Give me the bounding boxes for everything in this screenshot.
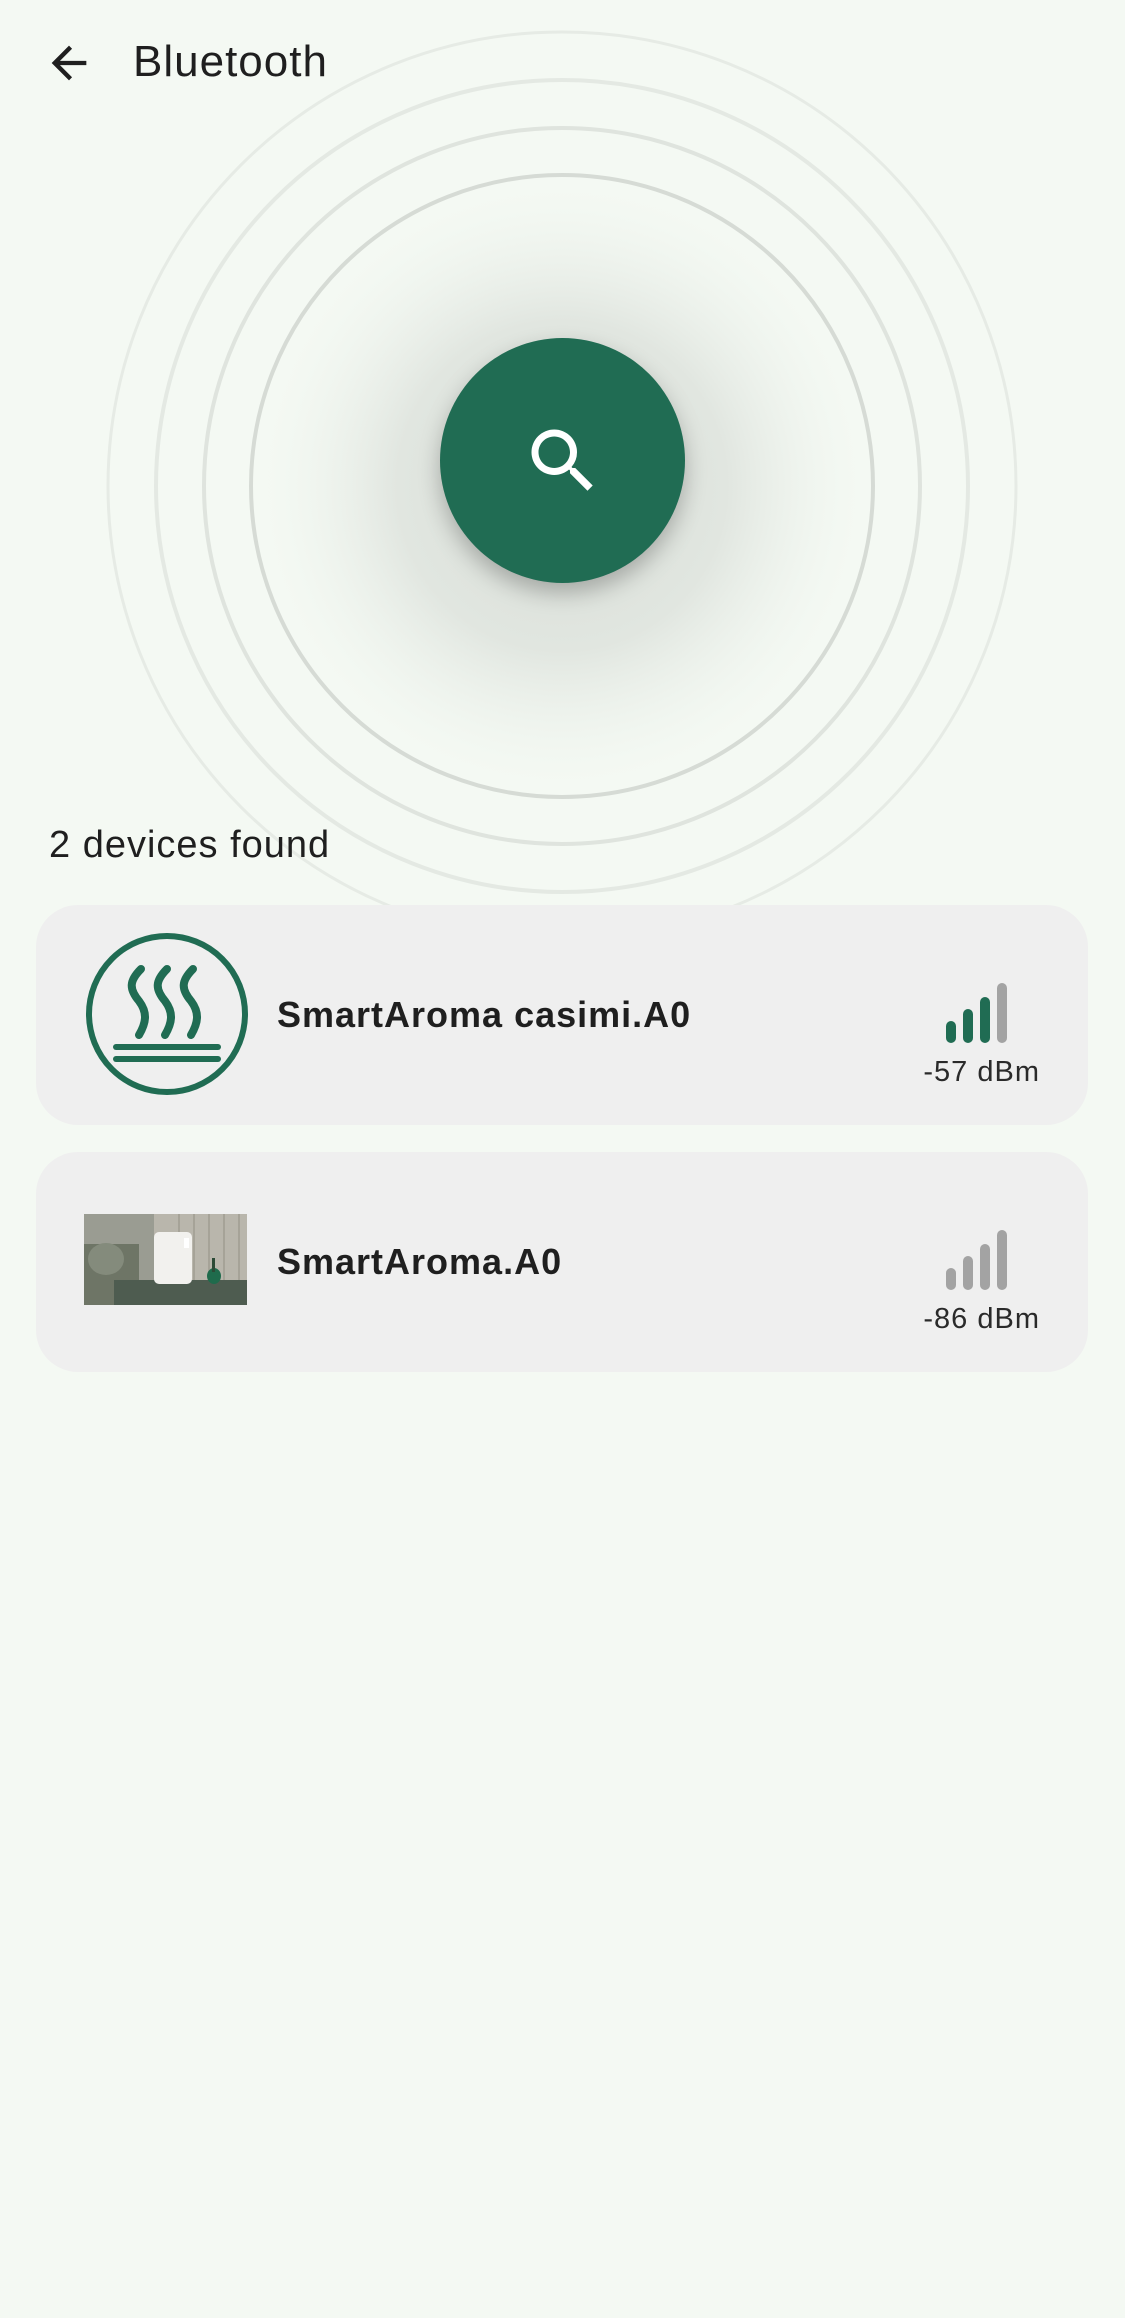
devices-found-count: 2 devices found: [49, 824, 331, 866]
page-title: Bluetooth: [133, 37, 328, 86]
search-icon: [531, 429, 593, 491]
device-photo: [84, 1214, 247, 1305]
device-card[interactable]: SmartAroma casimi.A0 -57 dBm: [36, 905, 1088, 1125]
signal-strength-icon: [946, 983, 1007, 1043]
device-card[interactable]: SmartAroma.A0 -86 dBm: [36, 1152, 1088, 1372]
device-name: SmartAroma.A0: [277, 1241, 563, 1282]
aroma-steam-icon: [86, 933, 248, 1095]
signal-strength-icon: [946, 1230, 1007, 1290]
scan-button[interactable]: [440, 338, 685, 583]
back-button[interactable]: [28, 22, 110, 104]
device-rssi: -57 dBm: [923, 1056, 1040, 1088]
top-app-bar: Bluetooth: [0, 0, 1125, 125]
arrow-back-icon: [51, 45, 87, 81]
device-name: SmartAroma casimi.A0: [277, 994, 692, 1035]
device-rssi: -86 dBm: [923, 1303, 1040, 1335]
